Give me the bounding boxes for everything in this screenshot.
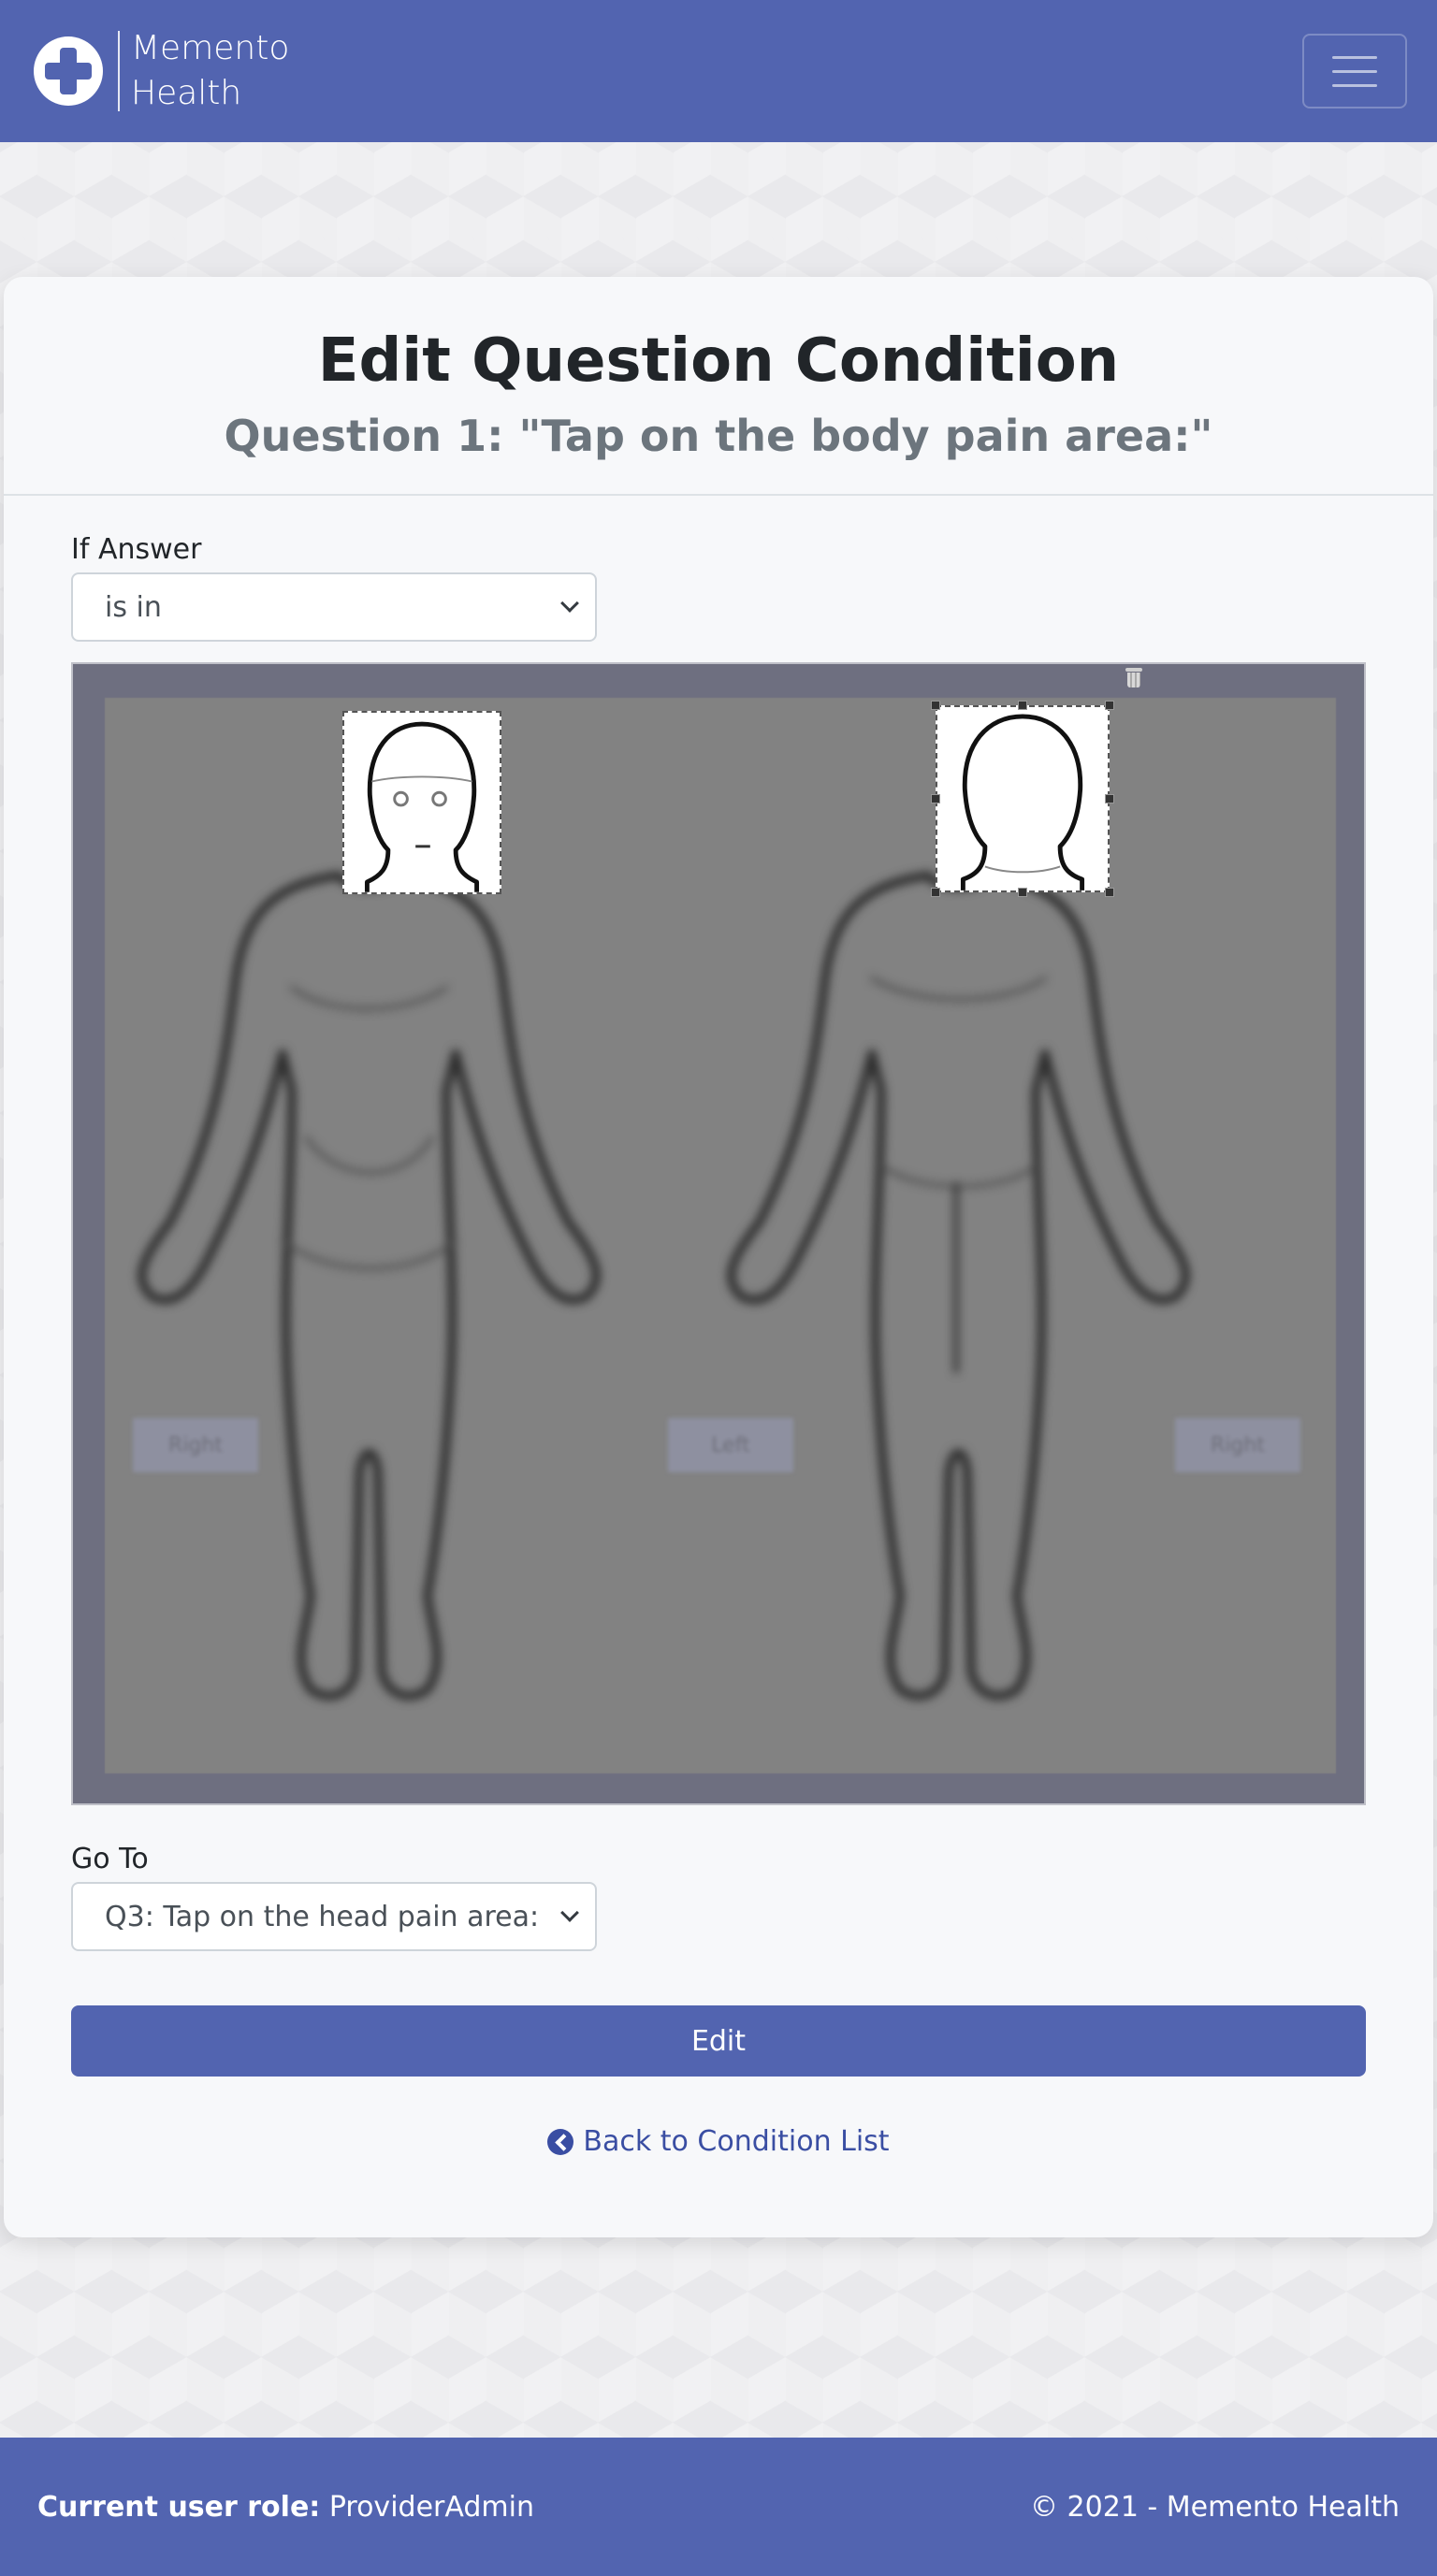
edit-submit-button[interactable]: Edit [71, 2005, 1366, 2077]
back-right-side-label: Right [1175, 1418, 1300, 1472]
user-role-value: ProviderAdmin [328, 2490, 534, 2524]
edit-condition-card: Edit Question Condition Question 1: "Tap… [4, 277, 1433, 2237]
user-role-label: Current user role: [37, 2490, 321, 2524]
resize-handle-bottom[interactable] [1018, 888, 1027, 897]
back-to-condition-list-link[interactable]: Back to Condition List [4, 2125, 1433, 2158]
if-answer-selected-value: is in [105, 590, 162, 624]
medical-cross-icon [34, 36, 103, 106]
front-right-side-label: Right [133, 1418, 258, 1472]
go-to-select[interactable]: Q3: Tap on the head pain area: [71, 1882, 597, 1951]
resize-handle-top[interactable] [1018, 701, 1027, 710]
front-head-region[interactable] [342, 711, 501, 894]
if-answer-label: If Answer [71, 533, 202, 566]
current-user-role: Current user role: ProviderAdmin [37, 2491, 534, 2524]
top-navbar: Memento Health [0, 0, 1437, 142]
resize-handle-left[interactable] [931, 794, 940, 803]
center-left-side-label: Left [668, 1418, 793, 1472]
resize-handle-top-right[interactable] [1105, 701, 1114, 710]
chevron-down-icon [560, 594, 579, 613]
body-map-canvas[interactable]: Right Left Right [71, 662, 1366, 1805]
delete-region-trash-icon[interactable] [1125, 666, 1143, 688]
back-link-label: Back to Condition List [583, 2125, 890, 2158]
resize-handle-bottom-right[interactable] [1105, 888, 1114, 897]
resize-handle-right[interactable] [1105, 794, 1114, 803]
body-map-image: Right Left Right [105, 698, 1336, 1773]
copyright-text: © 2021 - Memento Health [1030, 2490, 1400, 2524]
brand-name: Memento Health [131, 26, 289, 116]
brand-line-1: Memento [131, 29, 290, 67]
page-footer: Current user role: ProviderAdmin © 2021 … [0, 2438, 1437, 2576]
hamburger-menu-icon [1332, 55, 1377, 59]
card-header: Edit Question Condition Question 1: "Tap… [4, 277, 1433, 496]
resize-handle-bottom-left[interactable] [931, 888, 940, 897]
go-to-selected-value: Q3: Tap on the head pain area: [105, 1900, 540, 1933]
chevron-circle-left-icon [547, 2128, 574, 2155]
question-subtitle: Question 1: "Tap on the body pain area:" [224, 411, 1213, 461]
back-head-region-selected[interactable] [936, 705, 1110, 892]
go-to-label: Go To [71, 1843, 149, 1875]
front-head-icon [364, 721, 480, 892]
if-answer-select[interactable]: is in [71, 572, 597, 642]
brand-line-2: Health [131, 74, 242, 112]
page-title: Edit Question Condition [317, 326, 1120, 396]
brand-divider [118, 31, 120, 111]
brand-logo-link[interactable]: Memento Health [34, 26, 289, 116]
back-head-icon [960, 714, 1085, 890]
body-outline-illustration [138, 871, 1190, 1700]
chevron-down-icon [560, 1903, 579, 1922]
hamburger-menu-button[interactable] [1302, 34, 1407, 109]
resize-handle-top-left[interactable] [931, 701, 940, 710]
